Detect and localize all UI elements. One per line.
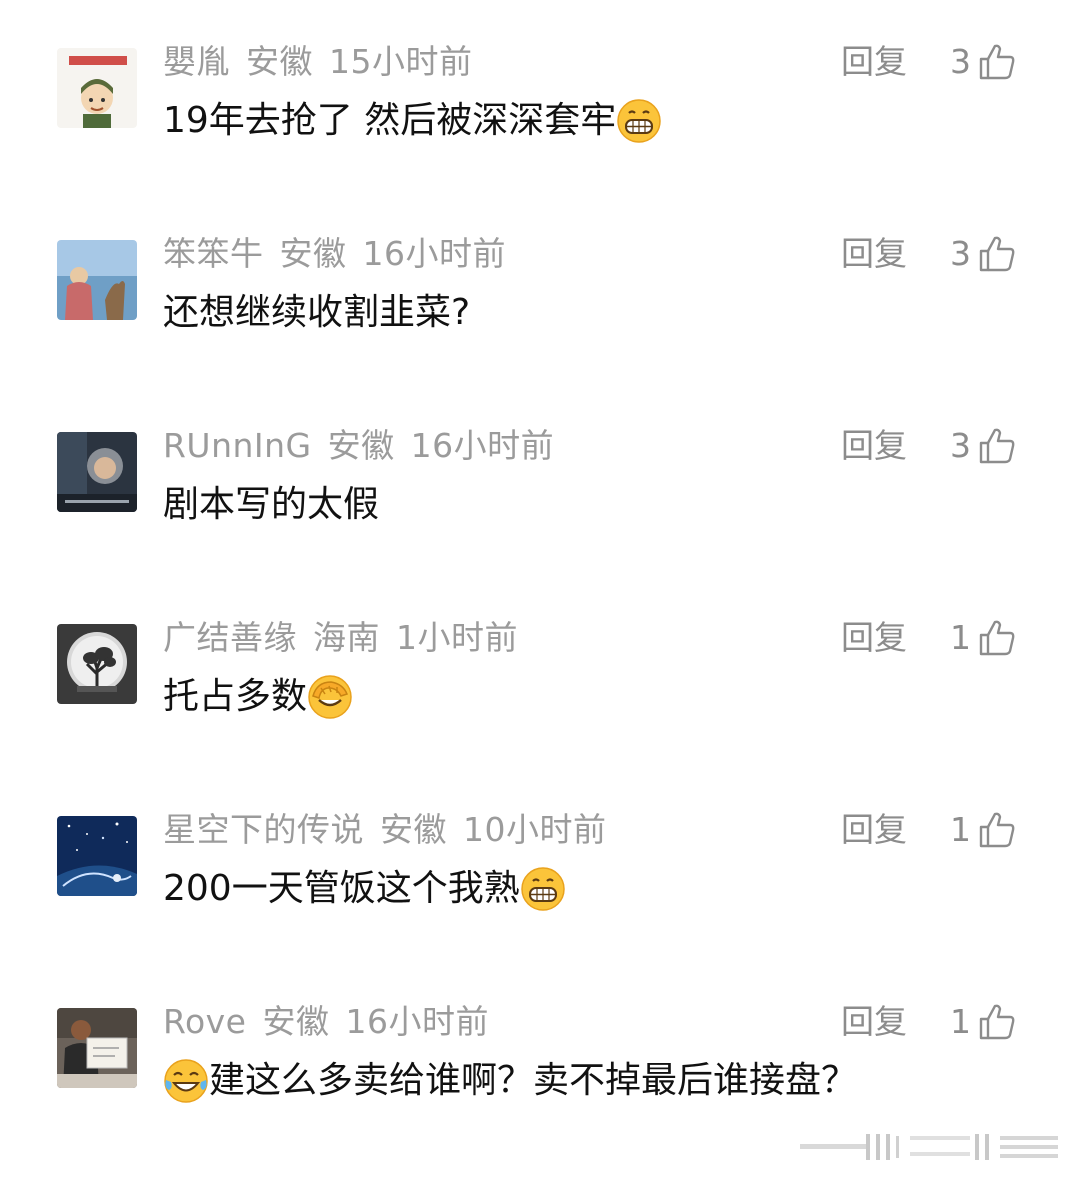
avatar[interactable] (57, 1008, 137, 1088)
comment-meta: 嬰胤 安徽 15小时前 (163, 40, 489, 84)
facepalm-emoji-icon (307, 674, 353, 720)
comment-meta: RUnnInG 安徽 16小时前 (163, 424, 570, 468)
avatar[interactable] (57, 816, 137, 896)
comment-content: 建这么多卖给谁啊？卖不掉最后谁接盘？ (209, 1060, 858, 1101)
reply-button[interactable]: 回复 (841, 40, 907, 84)
comment-text: 200一天管饭这个我熟 (163, 864, 566, 914)
location: 安徽 (246, 42, 313, 81)
like-button[interactable]: 1 (950, 1000, 1017, 1044)
thumbs-up-icon (977, 234, 1017, 274)
timestamp: 16小时前 (362, 234, 506, 273)
comment-meta: 星空下的传说 安徽 10小时前 (163, 808, 623, 852)
grin-emoji-icon (520, 866, 566, 912)
location: 安徽 (279, 234, 347, 273)
like-count: 1 (950, 1002, 971, 1041)
comment-item: 广结善缘 海南 1小时前 托占多数 回复 1 (0, 616, 1080, 808)
like-count: 1 (950, 810, 971, 849)
location: 安徽 (262, 1002, 330, 1041)
like-button[interactable]: 3 (950, 40, 1017, 84)
username[interactable]: 笨笨牛 (163, 234, 264, 273)
reply-button[interactable]: 回复 (841, 808, 907, 852)
thumbs-up-icon (977, 618, 1017, 658)
tears-of-joy-emoji-icon (163, 1058, 209, 1104)
like-button[interactable]: 1 (950, 808, 1017, 852)
comment-text: 托占多数 (163, 672, 353, 722)
avatar[interactable] (57, 624, 137, 704)
comment-content: 剧本写的太假 (163, 484, 380, 525)
avatar[interactable] (57, 432, 137, 512)
reply-button[interactable]: 回复 (841, 424, 907, 468)
comment-content: 托占多数 (163, 676, 308, 717)
reply-button[interactable]: 回复 (841, 616, 907, 660)
thumbs-up-icon (977, 810, 1017, 850)
comment-item: 笨笨牛 安徽 16小时前 还想继续收割韭菜? 回复 3 (0, 232, 1080, 424)
location: 海南 (313, 618, 380, 657)
timestamp: 15小时前 (329, 42, 473, 81)
comment-meta: 笨笨牛 安徽 16小时前 (163, 232, 522, 276)
comment-text: 19年去抢了 然后被深深套牢 (163, 96, 662, 146)
comment-meta: 广结善缘 海南 1小时前 (163, 616, 534, 660)
reply-button[interactable]: 回复 (841, 232, 907, 276)
reply-button[interactable]: 回复 (841, 1000, 907, 1044)
comment-text: 建这么多卖给谁啊？卖不掉最后谁接盘？ (163, 1056, 857, 1106)
comment-text: 剧本写的太假 (163, 480, 379, 530)
grin-emoji-icon (616, 98, 662, 144)
like-count: 3 (950, 42, 971, 81)
timestamp: 16小时前 (345, 1002, 489, 1041)
username[interactable]: RUnnInG (163, 426, 312, 465)
avatar[interactable] (57, 240, 137, 320)
thumbs-up-icon (977, 426, 1017, 466)
like-button[interactable]: 3 (950, 232, 1017, 276)
comment-item: Rove 安徽 16小时前 建这么多卖给谁啊？卖不掉最后谁接盘？ 回复 1 (0, 1000, 1080, 1192)
comment-item: RUnnInG 安徽 16小时前 剧本写的太假 回复 3 (0, 424, 1080, 616)
username[interactable]: 星空下的传说 (163, 810, 364, 849)
like-button[interactable]: 1 (950, 616, 1017, 660)
watermark-graphic (800, 1132, 1058, 1162)
comment-content: 200一天管饭这个我熟 (163, 868, 520, 909)
comment-text: 还想继续收割韭菜? (163, 288, 470, 338)
username[interactable]: 广结善缘 (163, 618, 297, 657)
avatar[interactable] (57, 48, 137, 128)
location: 安徽 (380, 810, 447, 849)
comment-item: 星空下的传说 安徽 10小时前 200一天管饭这个我熟 回复 1 (0, 808, 1080, 1000)
thumbs-up-icon (977, 42, 1017, 82)
like-button[interactable]: 3 (950, 424, 1017, 468)
username[interactable]: 嬰胤 (163, 42, 230, 81)
like-count: 3 (950, 234, 971, 273)
comment-item: 嬰胤 安徽 15小时前 19年去抢了 然后被深深套牢 回复 3 (0, 40, 1080, 232)
timestamp: 1小时前 (396, 618, 518, 657)
username[interactable]: Rove (163, 1002, 246, 1041)
thumbs-up-icon (977, 1002, 1017, 1042)
comment-content: 19年去抢了 然后被深深套牢 (163, 100, 617, 141)
location: 安徽 (327, 426, 395, 465)
like-count: 3 (950, 426, 971, 465)
comment-list: 嬰胤 安徽 15小时前 19年去抢了 然后被深深套牢 回复 3 笨笨牛 安徽 1… (0, 0, 1080, 1184)
timestamp: 16小时前 (410, 426, 555, 465)
like-count: 1 (950, 618, 971, 657)
comment-content: 还想继续收割韭菜? (163, 292, 471, 333)
timestamp: 10小时前 (463, 810, 607, 849)
comment-meta: Rove 安徽 16小时前 (163, 1000, 505, 1044)
